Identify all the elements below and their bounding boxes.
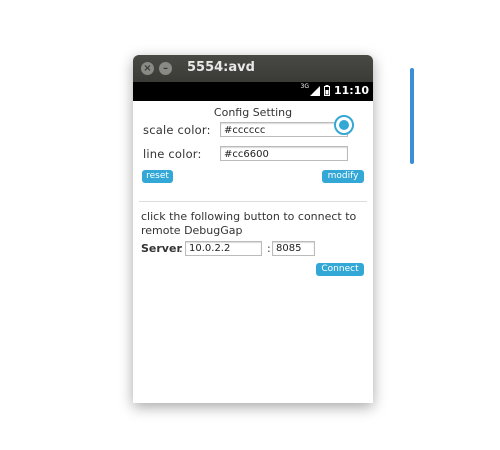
window-titlebar[interactable]: × – 5554:avd bbox=[133, 55, 373, 82]
modify-button[interactable]: modify bbox=[322, 170, 364, 183]
close-icon[interactable]: × bbox=[141, 62, 154, 75]
connect-instructions: click the following button to connect to… bbox=[141, 210, 357, 237]
section-divider bbox=[139, 201, 367, 202]
app-content: Config Setting scale color: #cccccc line… bbox=[133, 101, 373, 403]
line-color-label: line color: bbox=[143, 147, 202, 161]
background-window-edge bbox=[410, 68, 414, 164]
emulator-window: × – 5554:avd 3G 11:10 Config Setting sca… bbox=[133, 55, 373, 403]
android-status-bar: 3G 11:10 bbox=[133, 82, 373, 101]
minimize-icon[interactable]: – bbox=[159, 62, 172, 75]
status-clock: 11:10 bbox=[333, 84, 369, 97]
battery-icon bbox=[323, 85, 330, 96]
server-port-input[interactable]: 8085 bbox=[272, 241, 315, 256]
server-colon: : bbox=[179, 242, 183, 255]
server-host-input[interactable]: 10.0.2.2 bbox=[185, 241, 262, 256]
color-picker-icon[interactable] bbox=[334, 115, 354, 135]
connect-button[interactable]: Connect bbox=[316, 263, 364, 276]
scale-color-label: scale color: bbox=[143, 123, 211, 137]
server-label: Server bbox=[141, 242, 182, 255]
reset-button[interactable]: reset bbox=[142, 170, 173, 183]
window-title: 5554:avd bbox=[187, 60, 255, 75]
signal-icon bbox=[309, 85, 320, 96]
desktop: × – 5554:avd 3G 11:10 Config Setting sca… bbox=[0, 0, 500, 450]
port-colon: : bbox=[267, 242, 271, 255]
line-color-input[interactable]: #cc6600 bbox=[220, 146, 348, 161]
network-type: 3G bbox=[300, 83, 309, 90]
scale-color-input[interactable]: #cccccc bbox=[220, 122, 348, 137]
